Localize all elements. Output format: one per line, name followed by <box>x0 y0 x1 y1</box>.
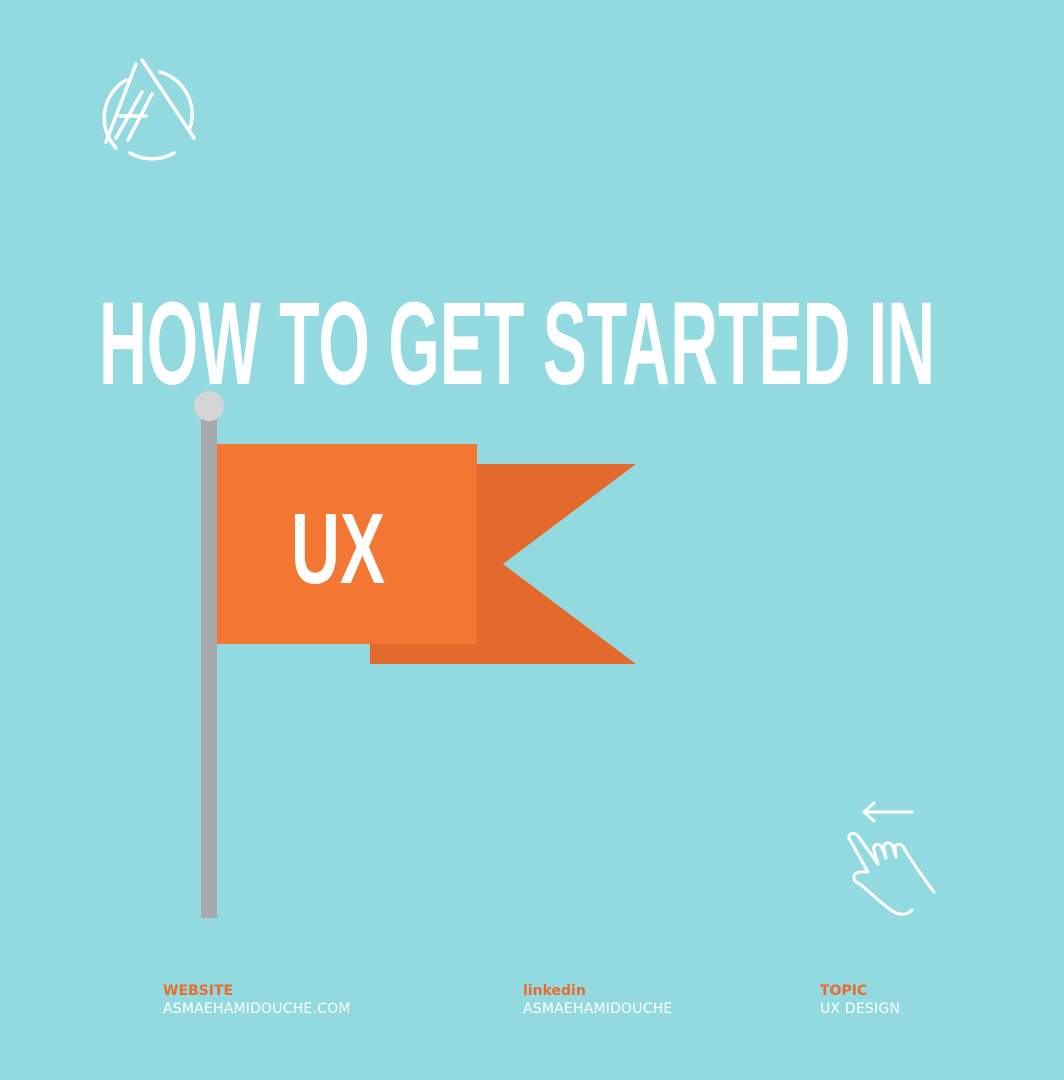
footer-topic: TOPIC UX DESIGN <box>820 983 900 1019</box>
flag-front-banner <box>217 444 477 644</box>
slide-canvas: HOW TO GET STARTED IN UX WEBSITE ASMAEHA… <box>0 0 1064 1080</box>
swipe-left-hand-icon[interactable] <box>838 800 942 922</box>
footer-topic-label: TOPIC <box>820 983 868 999</box>
footer-website-link[interactable]: ASMAEHAMIDOUCHE.COM <box>163 1000 351 1019</box>
footer-linkedin: linkedin ASMAEHAMIDOUCHE <box>523 983 672 1019</box>
footer-website-label: WEBSITE <box>163 983 234 999</box>
footer-linkedin-link[interactable]: ASMAEHAMIDOUCHE <box>523 1000 672 1019</box>
footer-topic-value: UX DESIGN <box>820 1001 901 1017</box>
flag-back-ribbon <box>370 464 636 664</box>
flag-pole <box>201 412 217 918</box>
ah-monogram-logo-icon <box>102 58 196 161</box>
footer-linkedin-label: linkedin <box>523 983 586 999</box>
footer-website: WEBSITE ASMAEHAMIDOUCHE.COM <box>163 983 351 1019</box>
headline-text: HOW TO GET STARTED IN <box>99 278 935 400</box>
headline: HOW TO GET STARTED IN <box>99 278 935 400</box>
flag-label: UX <box>291 493 385 605</box>
